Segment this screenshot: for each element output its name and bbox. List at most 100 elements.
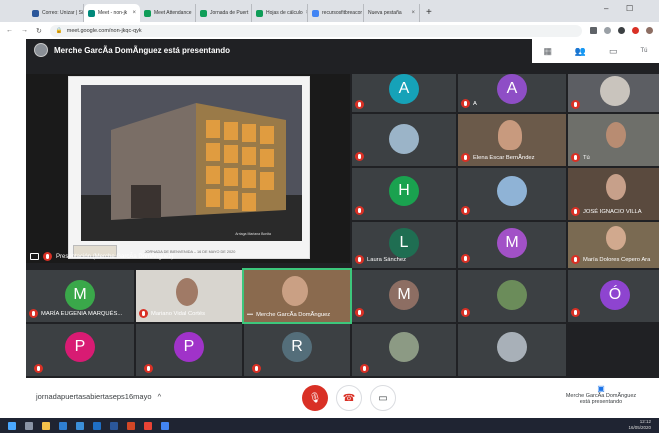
maximize-button[interactable]: ☐ bbox=[626, 4, 633, 13]
browser-tab[interactable]: recursosfitbreacor× bbox=[308, 4, 364, 22]
presenting-status-text: Merche GarcÃa DomÃnguez está presentando bbox=[565, 393, 637, 405]
word-icon[interactable] bbox=[110, 421, 118, 430]
participant-tile[interactable]: L Laura Sánchez bbox=[352, 222, 456, 268]
mic-off-icon bbox=[355, 152, 364, 161]
avatar: R bbox=[282, 332, 312, 362]
participant-tile[interactable]: R bbox=[244, 324, 350, 376]
self-label: Tú bbox=[640, 48, 648, 54]
mic-off-icon: 🎙 bbox=[308, 392, 322, 404]
mic-off-icon bbox=[34, 364, 43, 373]
url-field[interactable]: 🔒 meet.google.com/non-jkqc-qyk bbox=[49, 24, 582, 37]
presenting-banner-text: Merche GarcÃa DomÃnguez está presentando bbox=[54, 45, 231, 55]
avatar: P bbox=[174, 332, 204, 362]
mic-off-icon bbox=[252, 364, 261, 373]
file-explorer-icon[interactable] bbox=[42, 421, 50, 430]
tab-label: Nueva pestaña bbox=[368, 10, 402, 16]
close-tab-icon[interactable]: × bbox=[132, 10, 136, 16]
participant-tile[interactable]: M bbox=[458, 222, 566, 268]
participant-tile[interactable] bbox=[458, 270, 566, 322]
star-icon[interactable] bbox=[604, 27, 611, 34]
participant-video-face bbox=[282, 276, 308, 306]
participant-name-text: Laura Sánchez bbox=[367, 256, 406, 263]
participant-name-text: Mariano Vidal Cortés bbox=[151, 310, 206, 317]
participant-tile-video[interactable]: Tú bbox=[568, 114, 659, 166]
participants-icon[interactable]: 👥 bbox=[575, 46, 586, 57]
mic-off-icon bbox=[43, 252, 52, 261]
avatar bbox=[600, 76, 630, 106]
participant-tile[interactable]: H bbox=[352, 168, 456, 220]
participant-tile-video[interactable]: Elena Escar BernÃndez bbox=[458, 114, 566, 166]
grid-layout-icon[interactable]: ▦ bbox=[543, 46, 552, 57]
mic-off-icon bbox=[461, 308, 470, 317]
participant-tile[interactable]: M bbox=[352, 270, 456, 322]
presentation-slide: Arriaga Mariana Bonita JORNADA DE BIENVE… bbox=[68, 76, 310, 259]
participant-tile-video-speaking[interactable]: ••• Merche GarcÃa DomÃnguez bbox=[242, 268, 352, 324]
avatar bbox=[497, 332, 527, 362]
task-view-icon[interactable] bbox=[25, 421, 33, 430]
mic-off-icon bbox=[571, 100, 580, 109]
extensions-area bbox=[590, 27, 653, 34]
browser-tab[interactable]: Correo: Unizar | Si× bbox=[28, 4, 84, 22]
participant-name: María Dolores Cepero Ara bbox=[571, 255, 650, 264]
participant-tile[interactable] bbox=[568, 74, 659, 112]
store-icon[interactable] bbox=[76, 421, 84, 430]
participant-tile[interactable]: Ó bbox=[568, 270, 659, 322]
profile-avatar-icon[interactable] bbox=[646, 27, 653, 34]
powerpoint-icon[interactable] bbox=[127, 421, 135, 430]
chat-icon[interactable]: ▭ bbox=[609, 46, 618, 57]
participant-tile[interactable]: M MARÍA EUGENIA MARQUÉS... bbox=[26, 270, 134, 322]
browser-tab[interactable]: Nueva pestaña × bbox=[364, 4, 420, 22]
participant-name: MARÍA EUGENIA MARQUÉS... bbox=[29, 309, 122, 318]
tab-label: Meet Attendance bbox=[154, 10, 192, 16]
new-tab-button[interactable]: + bbox=[420, 4, 438, 22]
participant-video-face bbox=[606, 226, 626, 250]
participant-name-text: MARÍA EUGENIA MARQUÉS... bbox=[41, 310, 123, 317]
leave-call-button[interactable]: ☎ bbox=[336, 385, 362, 411]
participant-tile[interactable]: P bbox=[26, 324, 134, 376]
camera-toggle-button[interactable]: ▭ bbox=[370, 385, 396, 411]
browser-tab[interactable]: Hojas de cálculo× bbox=[252, 4, 308, 22]
system-tray-clock[interactable]: 12:12 16/05/2020 bbox=[628, 419, 651, 431]
tab-favicon-icon bbox=[32, 9, 39, 17]
participant-tile-video[interactable]: María Dolores Cepero Ara bbox=[568, 222, 659, 268]
participant-name: ••• Merche GarcÃa DomÃnguez bbox=[247, 312, 330, 318]
participant-tile-video[interactable]: Mariano Vidal Cortés bbox=[136, 270, 242, 322]
close-tab-icon[interactable]: × bbox=[411, 10, 415, 16]
minimize-button[interactable]: – bbox=[604, 4, 608, 13]
participant-name-text: Merche GarcÃa DomÃnguez bbox=[256, 312, 331, 318]
participant-tile[interactable]: A bbox=[352, 74, 456, 112]
browser-tab[interactable]: Jornada de Puert× bbox=[196, 4, 252, 22]
extension-icon[interactable] bbox=[632, 27, 639, 34]
windows-start-icon[interactable] bbox=[8, 421, 16, 430]
participant-tile[interactable] bbox=[352, 114, 456, 166]
participant-tile[interactable] bbox=[458, 324, 566, 376]
forward-arrow-icon[interactable]: → bbox=[21, 27, 28, 34]
presenting-status[interactable]: ▣ Merche GarcÃa DomÃnguez está presentan… bbox=[556, 384, 646, 405]
participant-tile[interactable]: A A bbox=[458, 74, 566, 112]
avatar bbox=[497, 176, 527, 206]
chrome-icon[interactable] bbox=[144, 421, 152, 430]
participant-tile[interactable] bbox=[352, 324, 456, 376]
participant-tile[interactable]: P bbox=[136, 324, 242, 376]
participant-tile[interactable] bbox=[458, 168, 566, 220]
reload-icon[interactable]: ↻ bbox=[36, 27, 42, 35]
edge-icon[interactable] bbox=[59, 421, 67, 430]
meeting-details[interactable]: jornadapuertasabiertaseps16mayo ^ bbox=[36, 392, 161, 401]
mail-icon[interactable] bbox=[93, 421, 101, 430]
app-icon[interactable] bbox=[161, 421, 169, 430]
more-options-icon[interactable]: ••• bbox=[247, 312, 253, 318]
mic-toggle-button[interactable]: 🎙 bbox=[302, 385, 328, 411]
avatar: A bbox=[389, 74, 419, 104]
tray-date: 16/05/2020 bbox=[628, 425, 651, 430]
participant-video-face bbox=[176, 278, 198, 306]
browser-tab[interactable]: Meet Attendance× bbox=[140, 4, 196, 22]
mic-off-icon bbox=[139, 309, 148, 318]
extension-icon[interactable] bbox=[618, 27, 625, 34]
browser-tab-active[interactable]: Meet - non-jk × bbox=[84, 4, 140, 22]
participant-name-text: JOSÉ IGNACIO VILLA bbox=[583, 208, 642, 215]
participant-tile-video[interactable]: JOSÉ IGNACIO VILLA bbox=[568, 168, 659, 220]
mic-off-icon bbox=[144, 364, 153, 373]
back-arrow-icon[interactable]: ← bbox=[6, 27, 13, 34]
camera-icon[interactable] bbox=[590, 27, 597, 34]
mic-off-icon bbox=[571, 207, 580, 216]
